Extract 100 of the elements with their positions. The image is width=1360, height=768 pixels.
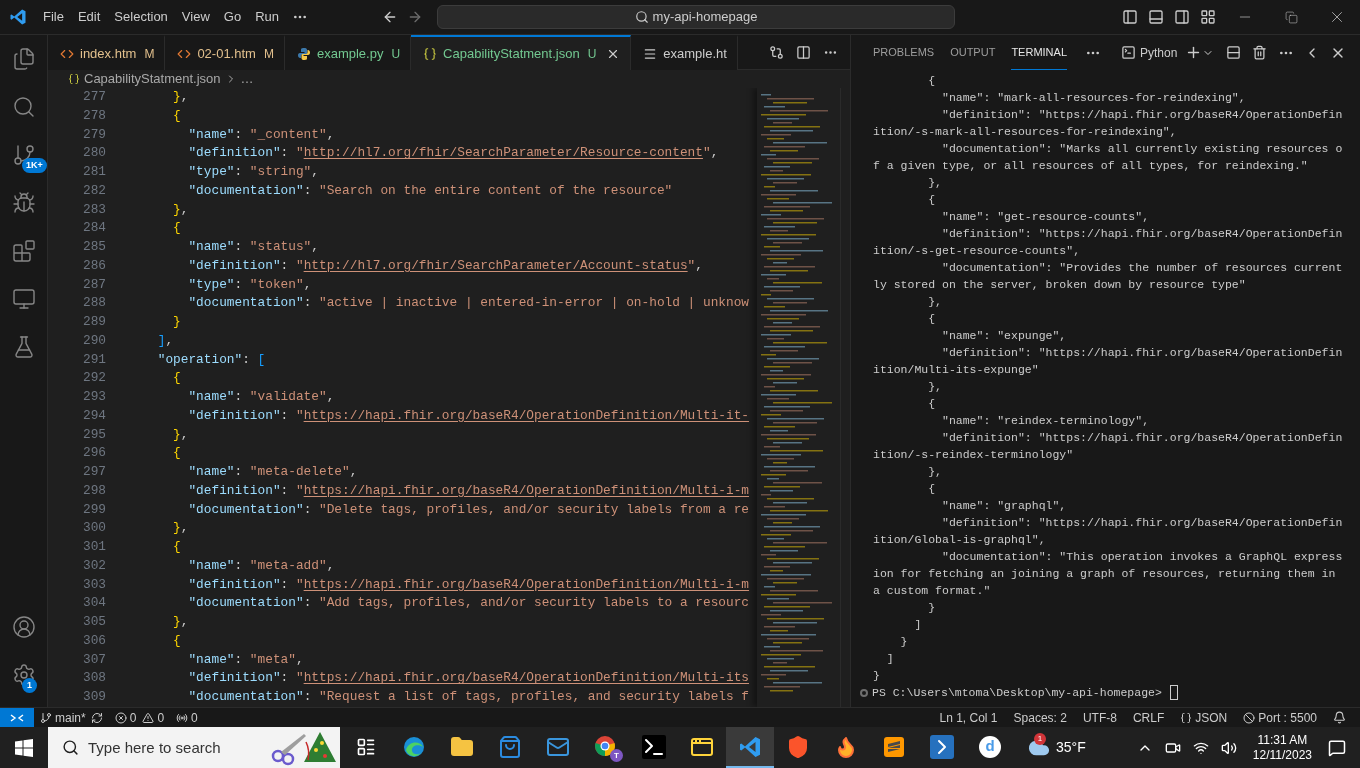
- sync-icon[interactable]: [90, 711, 103, 724]
- remote-button[interactable]: [0, 707, 34, 728]
- line-number: 301: [81, 538, 106, 556]
- panel-bottom-icon[interactable]: [1148, 9, 1164, 25]
- code-line: "documentation": "Delete tags, profiles, and/or security labels from a re: [188, 500, 750, 519]
- browser-icon: [402, 734, 426, 759]
- bug-icon[interactable]: [12, 191, 36, 215]
- panel-tab[interactable]: OUTPUT: [950, 35, 996, 70]
- terminal-line: a custom format.": [873, 583, 991, 599]
- store-bag-icon: [498, 734, 522, 759]
- command-center[interactable]: my-api-homepage: [437, 5, 955, 29]
- code-line: "name": "validate",: [188, 388, 335, 406]
- back-icon[interactable]: [382, 9, 398, 25]
- restore-icon[interactable]: [1284, 10, 1298, 24]
- status-item[interactable]: UTF-8: [1082, 708, 1117, 727]
- task-view-icon: [356, 736, 376, 757]
- menu-item[interactable]: View: [174, 6, 217, 28]
- monitor-icon[interactable]: [12, 287, 36, 311]
- terminal-line: ition/Global-is-graphql",: [873, 532, 1046, 548]
- clock-time[interactable]: 11:31 AM: [1257, 732, 1308, 748]
- line-number: 281: [81, 163, 106, 181]
- terminal-line: "definition": "https://hapi.fhir.org/baseR4/OperationDefin: [941, 107, 1343, 123]
- editor-tab[interactable]: example.ht: [631, 35, 738, 70]
- code-line: "documentation": "Search on the entire content of the resource": [188, 181, 673, 200]
- status-item[interactable]: Spaces: 2: [1013, 708, 1067, 727]
- editor-logo-icon: [9, 8, 27, 26]
- menu-item[interactable]: Edit: [70, 6, 108, 28]
- code-editor-icon: [738, 734, 762, 759]
- menu-item[interactable]: Go: [216, 6, 249, 28]
- menu-item[interactable]: File: [36, 6, 71, 28]
- terminal-icon: [642, 734, 666, 759]
- line-number: 299: [81, 500, 106, 519]
- text-cursor: [1169, 685, 1178, 700]
- editor-tab[interactable]: CapabilityStatment.json U: [411, 35, 632, 70]
- line-number: 288: [81, 294, 106, 313]
- status-item[interactable]: Ln 1, Col 1: [939, 708, 998, 727]
- split-icon[interactable]: [1226, 45, 1242, 60]
- breadcrumb-item[interactable]: …: [240, 69, 254, 89]
- files-icon[interactable]: [12, 47, 36, 71]
- editor-tab[interactable]: 02-01.htm M: [165, 35, 285, 70]
- layout-icon[interactable]: [1200, 9, 1216, 25]
- split-editor-icon[interactable]: [796, 44, 811, 60]
- search-icon[interactable]: [12, 95, 36, 119]
- status-item[interactable]: JSON: [1180, 708, 1228, 727]
- forward-icon[interactable]: [407, 9, 423, 25]
- line-number: 284: [81, 219, 106, 238]
- code-line: "type": "token",: [188, 275, 312, 294]
- code-line: "name": "meta-add",: [188, 556, 335, 575]
- search-field[interactable]: Type here to search: [48, 727, 340, 768]
- terminal-line: },: [927, 464, 942, 480]
- notifications-icon[interactable]: [1328, 738, 1346, 757]
- shell-icon: [930, 734, 954, 759]
- ports-button[interactable]: 0: [176, 708, 198, 727]
- code-line: "operation": [: [157, 350, 266, 369]
- code-line: {: [173, 219, 181, 238]
- terminal-line: ition/Multi-its-expunge": [873, 362, 1039, 378]
- line-number: 285: [81, 238, 106, 256]
- panel-right-icon[interactable]: [1174, 9, 1190, 25]
- panel-left-icon[interactable]: [1122, 9, 1138, 25]
- terminal-line: "name": "get-resource-counts",: [941, 209, 1150, 225]
- code-line: "definition": "http://hl7.org/fhir/SearchParameter/Resource-content",: [188, 144, 719, 163]
- line-number: 278: [81, 106, 106, 125]
- terminal-line: }: [927, 600, 936, 616]
- braces-icon: [68, 73, 80, 85]
- clock-date[interactable]: 12/11/2023: [1252, 747, 1312, 763]
- breadcrumb-item[interactable]: CapabilityStatment.json: [84, 69, 221, 89]
- account-icon[interactable]: [12, 615, 36, 639]
- editor-tab[interactable]: example.py U: [284, 35, 412, 70]
- blocks-icon[interactable]: [12, 239, 36, 263]
- trash-icon[interactable]: [1252, 45, 1268, 60]
- code-line: }: [173, 313, 181, 331]
- taskbar-button[interactable]: T: [582, 727, 630, 768]
- line-number: 296: [81, 444, 106, 463]
- branch-button[interactable]: main*: [40, 708, 86, 727]
- start-icon[interactable]: [15, 738, 33, 757]
- volume-icon[interactable]: [1220, 739, 1237, 756]
- bell-icon[interactable]: [1333, 711, 1346, 724]
- line-number: 289: [81, 313, 106, 331]
- code-line: "documentation": "active | inactive | entered-in-error | on-hold | unknow: [188, 294, 750, 313]
- terminal-line: {: [927, 73, 936, 89]
- status-item[interactable]: CRLF: [1132, 708, 1165, 727]
- terminal-line: {: [927, 192, 936, 208]
- panel-tab[interactable]: PROBLEMS: [873, 35, 935, 70]
- status-item[interactable]: Port : 5500: [1243, 708, 1317, 727]
- problems-button[interactable]: 0 0: [114, 708, 165, 727]
- code-line: "name": "status",: [188, 238, 319, 256]
- terminal-profile-button[interactable]: Python: [1121, 43, 1178, 62]
- compare-icon[interactable]: [769, 44, 784, 60]
- shield-icon: [786, 734, 810, 759]
- editor-tab[interactable]: index.htm M: [48, 35, 166, 70]
- port-icon: [1243, 711, 1256, 724]
- menu-item[interactable]: Run: [248, 6, 286, 28]
- settings-icon[interactable]: [12, 663, 36, 687]
- menu-item[interactable]: Selection: [107, 6, 175, 28]
- remote-icon: [10, 711, 24, 724]
- flask-icon[interactable]: [12, 335, 36, 359]
- terminal-line: "name": "graphql",: [941, 498, 1067, 514]
- code-line: {: [173, 538, 181, 556]
- line-number: 287: [81, 275, 106, 294]
- panel-tab[interactable]: TERMINAL: [1011, 35, 1067, 70]
